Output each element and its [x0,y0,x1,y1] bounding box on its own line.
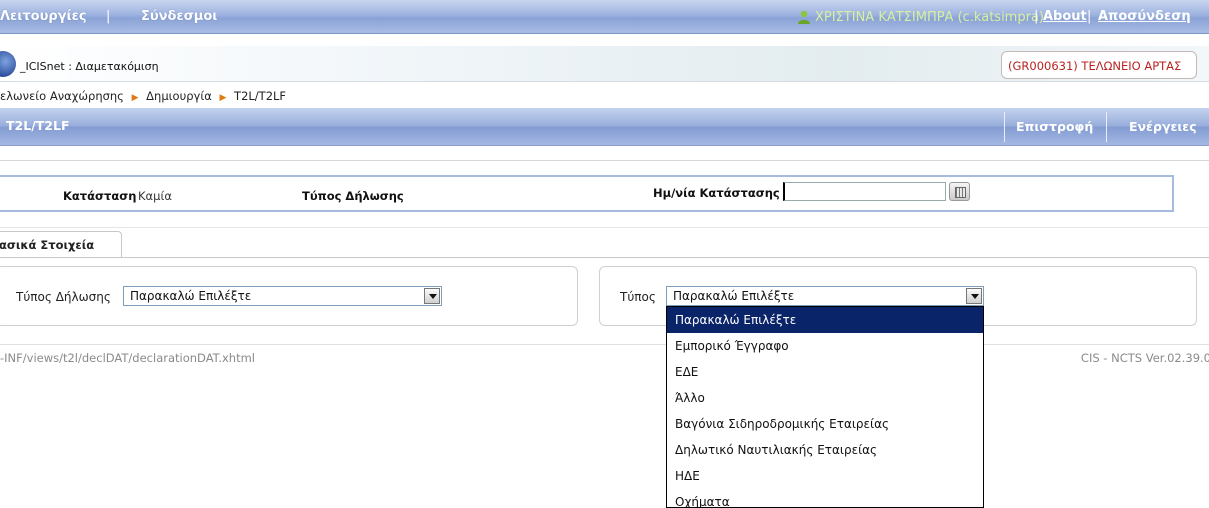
select-value: Παρακαλώ Επιλέξτε [130,289,252,303]
customs-office-selector[interactable]: (GR000631) ΤΕΛΩΝΕΙΟ ΑΡΤΑΣ [1001,51,1197,79]
dropdown-option[interactable]: Δηλωτικό Ναυτιλιακής Εταιρείας [667,437,983,463]
divider [0,344,1209,345]
chevron-down-icon[interactable] [966,288,982,304]
declaration-type-field-label: Τύπος Δήλωσης [16,290,111,304]
tab-basic-info[interactable]: ασικά Στοιχεία [0,231,122,257]
nav-separator: | [1087,9,1092,24]
user-icon [798,10,810,24]
tab-label: ασικά Στοιχεία [0,238,95,252]
declaration-type-label: Τύπος Δήλωσης [302,189,404,203]
app-logo-icon [0,51,16,77]
type-dropdown-list: Παρακαλώ Επιλέξτε Εμπορικό Έγγραφο ΕΔΕ Ά… [666,306,984,508]
app-title: _ICISnet : Διαμετακόμιση [20,60,159,73]
nav-separator: | [106,9,111,24]
dropdown-option[interactable]: Παρακαλώ Επιλέξτε [667,307,983,333]
state-date-input[interactable] [783,182,946,201]
type-select[interactable]: Παρακαλώ Επιλέξτε [666,286,984,306]
breadcrumb: ελωνείο Αναχώρησης ▶ Δημιουργία ▶ T2L/T2… [0,89,290,105]
dropdown-option[interactable]: ΗΔΕ [667,463,983,489]
breadcrumb-item: T2L/T2LF [234,89,287,103]
about-link[interactable]: About [1043,9,1087,24]
chevron-right-icon: ▶ [219,93,227,103]
breadcrumb-item[interactable]: ελωνείο Αναχώρησης [0,89,124,103]
select-value: Παρακαλώ Επιλέξτε [673,289,795,303]
calendar-icon[interactable] [949,182,970,201]
view-path: -INF/views/t2l/declDAT/declarationDAT.xh… [0,351,255,365]
logout-link[interactable]: Αποσύνδεση [1098,9,1191,24]
top-navigation-bar: Λειτουργίες | Σύνδεσμοι ΧΡΙΣΤΙΝΑ ΚΑΤΣΙΜΠ… [0,0,1209,34]
status-panel [0,175,1174,212]
type-field-label: Τύπος [620,290,656,304]
back-button[interactable]: Επιστροφή [1016,119,1093,134]
dropdown-option[interactable]: Βαγόνια Σιδηροδρομικής Εταιρείας [667,411,983,437]
divider [0,160,1209,161]
menu-links[interactable]: Σύνδεσμοι [141,9,217,24]
user-name: ΧΡΙΣΤΙΝΑ ΚΑΤΣΙΜΠΡΑ (c.katsimpra) [815,10,1044,25]
dropdown-option[interactable]: ΕΔΕ [667,359,983,385]
dropdown-option[interactable]: Εμπορικό Έγγραφο [667,333,983,359]
page-title-bar: T2L/T2LF Επιστροφή Ενέργειες [0,108,1209,146]
app-version: CIS - NCTS Ver.02.39.0 [1080,351,1209,365]
page-title: T2L/T2LF [6,118,70,133]
declaration-type-select[interactable]: Παρακαλώ Επιλέξτε [123,286,442,306]
chevron-down-icon[interactable] [424,288,440,304]
dropdown-option[interactable]: Άλλο [667,385,983,411]
divider [1106,112,1107,142]
divider [0,257,1209,258]
state-label: Κατάσταση [63,189,137,203]
nav-separator: | [1034,9,1039,24]
divider [0,227,1209,228]
chevron-right-icon: ▶ [131,93,139,103]
breadcrumb-item[interactable]: Δημιουργία [146,89,212,103]
divider [1004,112,1005,142]
actions-button[interactable]: Ενέργειες [1129,119,1197,134]
menu-functions[interactable]: Λειτουργίες [0,9,87,24]
state-date-label: Ημ/νία Κατάστασης [653,186,780,200]
state-value: Καμία [138,189,172,203]
dropdown-option[interactable]: Οχήματα [667,489,983,507]
